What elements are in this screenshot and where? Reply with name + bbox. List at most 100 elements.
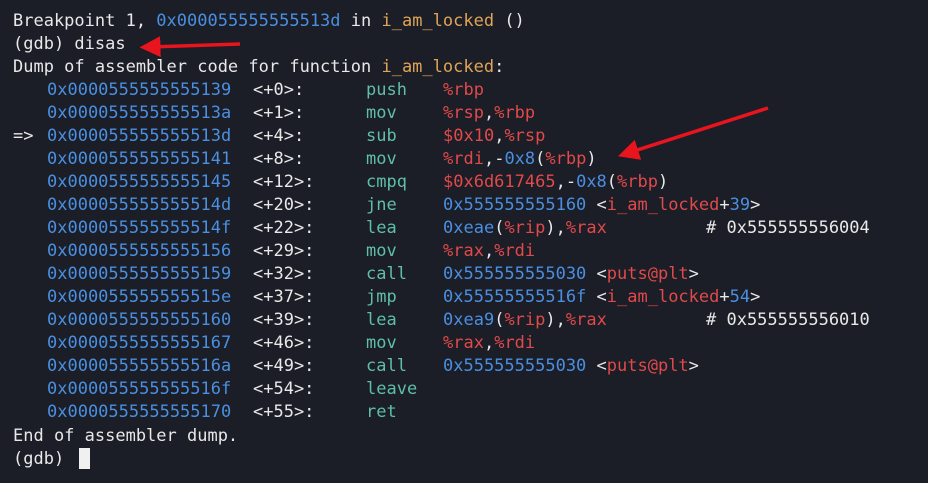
current-instruction-marker: => (13, 126, 34, 146)
operand-token: ,- (555, 172, 577, 192)
instruction-address: 0x0000555555555160 (47, 310, 232, 330)
instruction-mnemonic: leave (366, 379, 418, 399)
instruction-offset: <+37>: (253, 287, 315, 307)
instruction-address: 0x0000555555555170 (47, 402, 232, 422)
operand-token: , (483, 103, 495, 123)
instruction-address: 0x0000555555555139 (47, 80, 232, 100)
operand-token: < (586, 356, 607, 376)
instruction-offset: <+29>: (253, 241, 315, 261)
dump-header-function: i_am_locked (381, 57, 495, 77)
assembly-row: 0x000055555555516a <+49>: call 0x5555555550… (0, 355, 928, 378)
instruction-address: 0x0000555555555156 (47, 241, 232, 261)
operand-token: %rsp (443, 103, 484, 123)
instruction-mnemonic: cmpq (366, 172, 407, 192)
operand-token: > (750, 287, 761, 307)
operand-token: $0x10 (443, 126, 495, 146)
dump-header: Dump of assembler code for function i_am… (13, 56, 504, 79)
instruction-address: 0x000055555555516a (47, 356, 232, 376)
assembly-row: 0x0000555555555170 <+55>: ret (0, 401, 928, 424)
breakpoint-address: 0x000055555555513d (156, 11, 341, 31)
operand-token: 0x8 (576, 172, 607, 192)
instruction-mnemonic: lea (366, 218, 397, 238)
assembly-row: 0x0000555555555145 <+12>: cmpq $0x6d617465,… (0, 171, 928, 194)
dump-header-suffix: : (494, 57, 505, 77)
operand-token: 39 (729, 195, 751, 215)
instruction-operands: %rax,%rdi (443, 332, 535, 355)
operand-token: %rbp (545, 149, 587, 169)
operand-token: 54 (729, 287, 751, 307)
operand-token: < (586, 195, 607, 215)
instruction-address: 0x000055555555514f (47, 218, 232, 238)
operand-token: 0x55555555516f (443, 287, 587, 307)
operand-token: %rax (565, 310, 607, 330)
instruction-offset: <+46>: (253, 333, 315, 353)
operand-token: %rdi (443, 149, 484, 169)
instruction-operands: %rsp,%rbp (443, 102, 535, 125)
operand-token: + (719, 287, 730, 307)
instruction-operands: %rbp (443, 79, 484, 102)
instruction-offset: <+22>: (253, 218, 315, 238)
operand-token: %rbp (494, 103, 536, 123)
instruction-offset: <+4>: (253, 126, 305, 146)
instruction-mnemonic: call (366, 356, 407, 376)
instruction-address: 0x000055555555514d (47, 195, 232, 215)
instruction-operands: 0x55555555516f <i_am_locked+54> (443, 286, 760, 309)
assembly-row: 0x0000555555555167 <+46>: mov %rax,%rdi (0, 332, 928, 355)
instruction-address: 0x000055555555516f (47, 379, 232, 399)
instruction-offset: <+32>: (253, 264, 315, 284)
instruction-offset: <+49>: (253, 356, 315, 376)
operand-token: %rbp (617, 172, 658, 192)
operand-token: ), (545, 310, 566, 330)
instruction-mnemonic: mov (366, 103, 397, 123)
text-cursor[interactable] (79, 448, 90, 469)
instruction-operands: $0x6d617465,-0x8(%rbp) (443, 171, 668, 194)
instruction-comment: # 0x555555556010 (706, 310, 870, 330)
instruction-offset: <+39>: (253, 310, 315, 330)
operand-token: , (494, 126, 505, 146)
gdb-prompt: (gdb) (13, 449, 75, 469)
breakpoint-prefix: Breakpoint 1, (13, 11, 157, 31)
assembly-row: => 0x000055555555513d <+4>: sub $0x10,%rsp (0, 125, 928, 148)
assembly-row: 0x0000555555555159 <+32>: call 0x5555555550… (0, 263, 928, 286)
dump-footer: End of assembler dump. (13, 425, 238, 448)
prompt-line: (gdb) (13, 448, 74, 471)
operand-token: ) (658, 172, 669, 192)
operand-token: < (586, 264, 607, 284)
operand-token: %rdi (494, 333, 536, 353)
operand-token: 0x8 (504, 149, 536, 169)
instruction-mnemonic: mov (366, 241, 397, 261)
instruction-address: 0x000055555555515e (47, 287, 232, 307)
operand-token: ), (545, 218, 566, 238)
operand-token: ( (494, 218, 505, 238)
breakpoint-line: Breakpoint 1, 0x000055555555513d in i_am… (13, 10, 525, 33)
operand-token: %rax (443, 333, 484, 353)
operand-token: puts@plt (606, 264, 689, 284)
instruction-offset: <+12>: (253, 172, 315, 192)
assembly-row: 0x000055555555514f <+22>: lea 0xeae(%rip),%… (0, 217, 928, 240)
operand-token: 0x555555555030 (443, 264, 587, 284)
instruction-operands: 0x555555555030 <puts@plt> (443, 263, 699, 286)
instruction-address: 0x0000555555555167 (47, 333, 232, 353)
operand-token: > (688, 356, 699, 376)
assembly-row: 0x000055555555514d <+20>: jne 0x55555555516… (0, 194, 928, 217)
instruction-mnemonic: mov (366, 333, 397, 353)
instruction-comment: # 0x555555556004 (706, 218, 870, 238)
annotation-arrow-command (139, 36, 241, 58)
instruction-mnemonic: jmp (366, 287, 397, 307)
operand-token: %rax (443, 241, 484, 261)
instruction-mnemonic: mov (366, 149, 397, 169)
instruction-address: 0x0000555555555145 (47, 172, 232, 192)
operand-token: i_am_locked (606, 287, 720, 307)
dump-header-prefix: Dump of assembler code for function (13, 57, 382, 77)
instruction-address: 0x000055555555513d (47, 126, 232, 146)
operand-token: %rip (504, 218, 546, 238)
instruction-offset: <+55>: (253, 402, 315, 422)
instruction-mnemonic: call (366, 264, 407, 284)
gdb-terminal[interactable]: Breakpoint 1, 0x000055555555513d in i_am… (0, 0, 928, 483)
assembly-row: 0x0000555555555156 <+29>: mov %rax,%rdi (0, 240, 928, 263)
instruction-offset: <+20>: (253, 195, 315, 215)
gdb-command: (gdb) disas (13, 34, 126, 54)
operand-token: > (750, 195, 761, 215)
instruction-mnemonic: sub (366, 126, 397, 146)
instruction-offset: <+8>: (253, 149, 305, 169)
